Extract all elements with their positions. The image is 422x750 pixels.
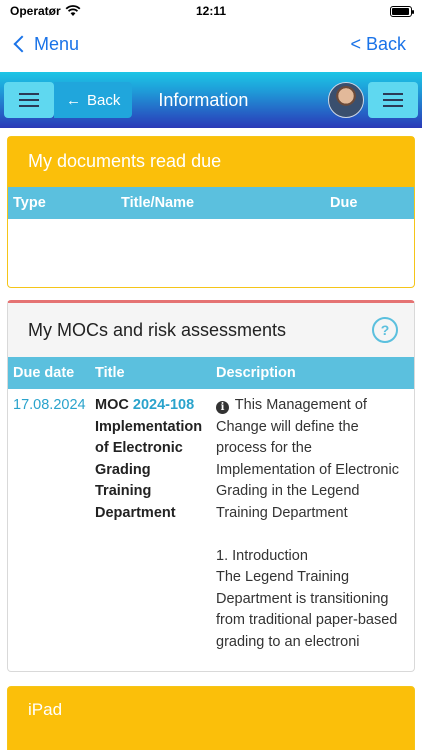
left-menu-button[interactable] [4,82,54,118]
column-header-title: Title [95,365,125,381]
header-back-label: Back [87,91,121,109]
column-header-due: Due [330,195,358,211]
moc-description: i This Management of Change will define … [215,395,414,653]
moc-description-line: Department is transitioning [216,590,389,607]
moc-title: MOC 2024-108 Implementation of Electroni… [94,395,215,653]
chevron-left-icon [13,35,31,53]
page-title: Information [158,89,249,110]
right-menu-button[interactable] [368,82,418,118]
moc-title-line: Implementation [95,418,203,435]
column-header-description: Description [216,365,296,381]
moc-panel-header: My MOCs and risk assessments ? [8,303,414,357]
arrow-left-icon: ← [66,91,81,109]
documents-table-body [8,219,414,287]
moc-title-line: of Electronic [95,440,183,456]
documents-panel-title: My documents read due [8,137,414,187]
ios-navigation-bar: Menu < Back [0,22,422,66]
battery-icon [390,5,414,17]
menu-back-button[interactable]: Menu [12,34,79,55]
moc-title-line: Department [95,504,176,521]
moc-description-line: Change will define the [216,418,359,435]
menu-back-label: Menu [34,33,80,54]
column-header-due-date: Due date [13,365,75,381]
moc-description-line: process for the [216,440,312,456]
top-back-link[interactable]: < Back [350,34,410,55]
moc-due-date: 17.08.2024 [13,397,86,413]
moc-panel: My MOCs and risk assessments ? Due date … [7,300,415,672]
ipad-panel-title: iPad [28,700,63,719]
app-header: ← Back Information [0,72,422,128]
documents-panel: My documents read due Type Title/Name Du… [7,136,415,288]
status-time: 12:11 [195,4,227,18]
moc-title-prefix: MOC [95,397,129,413]
ipad-panel: iPad [7,686,415,750]
moc-description-line: Grading in the Legend [216,483,360,499]
moc-panel-title: My MOCs and risk assessments [28,319,287,340]
moc-number-link[interactable]: 2024-108 [133,397,194,413]
moc-description-line: This Management of [234,397,367,413]
moc-description-line: grading to an electroni [216,633,360,650]
hamburger-menu-icon [19,93,39,107]
moc-title-line: Grading [95,461,151,478]
moc-description-line: Training Department [216,504,348,521]
hamburger-menu-icon [383,93,403,107]
battery-level [392,7,410,15]
moc-description-line: from traditional paper-based [216,612,398,628]
avatar[interactable] [328,82,364,118]
table-row[interactable]: 17.08.2024 MOC 2024-108 Implementation o… [8,389,414,671]
moc-table-header: Due date Title Description [8,357,414,389]
moc-description-line: Implementation of Electronic [216,461,399,478]
main-content: My documents read due Type Title/Name Du… [0,128,422,750]
info-icon: i [216,401,229,415]
column-header-title-name: Title/Name [121,195,195,211]
moc-description-line: The Legend Training [216,569,350,585]
moc-title-line: Training [95,483,152,499]
column-header-type: Type [13,195,46,211]
status-bar: Operatør 12:11 [0,0,422,22]
help-icon[interactable]: ? [372,317,398,343]
moc-description-line: 1. Introduction [216,547,308,564]
header-back-button[interactable]: ← Back [54,82,133,118]
documents-table-header: Type Title/Name Due [8,187,414,219]
